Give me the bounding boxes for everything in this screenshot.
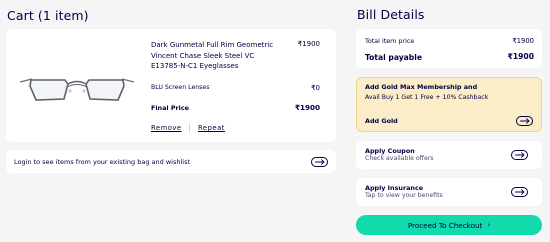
apply-coupon-title: Apply Coupon <box>365 147 415 155</box>
checkout-label: Proceed To Checkout <box>407 220 483 230</box>
link-divider <box>189 123 190 133</box>
add-gold-arrow-button[interactable] <box>516 116 533 126</box>
gold-membership-subtitle: Avail Buy 1 Get 1 Free + 10% Cashback <box>365 94 489 101</box>
gold-membership-title: Add Gold Max Membership and <box>365 83 478 91</box>
bill-heading: Bill Details <box>357 7 425 22</box>
arrow-right-icon <box>519 118 529 124</box>
eyeglasses-image[interactable] <box>18 72 136 106</box>
remove-button[interactable]: Remove <box>151 124 182 132</box>
apply-coupon-arrow-button[interactable] <box>511 150 528 160</box>
total-item-price-value: ₹1900 <box>512 37 534 45</box>
total-payable-value: ₹1900 <box>507 52 534 61</box>
total-payable-label: Total payable <box>365 53 422 62</box>
login-prompt-text: Login to see items from your existing ba… <box>14 158 191 166</box>
cart-heading: Cart (1 item) <box>7 8 89 23</box>
apply-coupon-subtitle: Check available offers <box>365 155 434 162</box>
product-price: ₹1900 <box>297 40 320 48</box>
apply-insurance-title: Apply Insurance <box>365 184 424 192</box>
arrow-right-icon <box>514 152 524 158</box>
final-price-label: Final Price <box>151 104 189 112</box>
total-item-price-label: Total item price <box>365 37 415 45</box>
proceed-to-checkout-button[interactable]: Proceed To Checkout › <box>356 215 542 235</box>
apply-insurance-subtitle: Tap to view your benefits <box>365 192 443 199</box>
arrow-right-icon <box>314 159 324 165</box>
chevron-right-icon: › <box>487 221 491 229</box>
lens-label: BLU Screen Lenses <box>151 84 210 91</box>
login-arrow-button[interactable] <box>311 157 328 167</box>
final-price-value: ₹1900 <box>294 103 320 112</box>
repeat-button[interactable]: Repeat <box>198 124 225 132</box>
arrow-right-icon <box>514 189 524 195</box>
add-gold-label[interactable]: Add Gold <box>365 117 398 125</box>
apply-insurance-arrow-button[interactable] <box>511 187 528 197</box>
lens-price: ₹0 <box>311 84 320 92</box>
product-title[interactable]: Dark Gunmetal Full Rim Geometric Vincent… <box>151 40 276 72</box>
bill-summary-card <box>356 29 542 68</box>
